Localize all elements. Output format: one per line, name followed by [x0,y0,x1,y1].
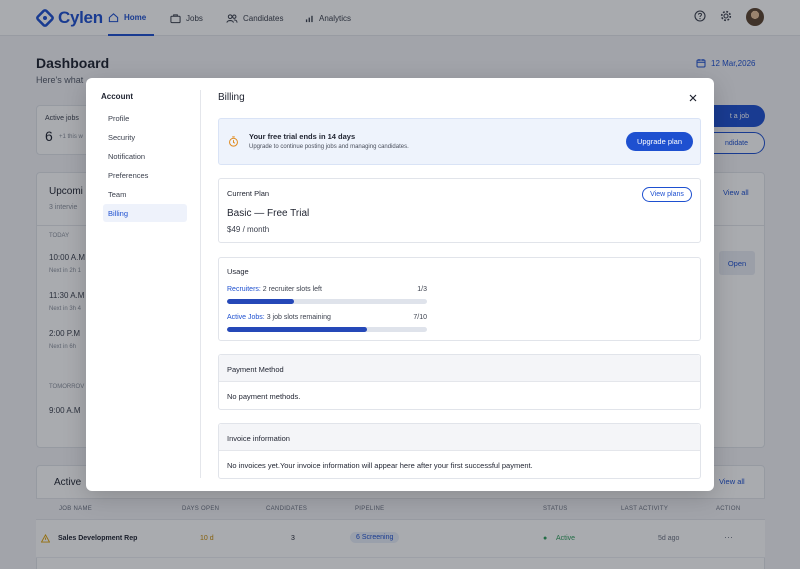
sidebar-item-billing[interactable]: Billing [103,204,187,222]
recruiters-progress-bar [227,299,427,304]
active-jobs-progress-fill [227,327,367,332]
close-icon [689,94,697,102]
usage-value: 2 recruiter slots left [262,286,322,293]
usage-count: 7/10 [413,314,427,321]
sidebar-item-preferences[interactable]: Preferences [103,166,187,184]
payment-method-header: Payment Method [219,355,700,382]
usage-recruiters: Recruiters: 2 recruiter slots left 1/3 [227,286,427,293]
invoice-empty-text: No invoices yet.Your invoice information… [227,461,533,470]
current-plan-panel: Current Plan View plans Basic — Free Tri… [218,178,701,243]
sidebar-item-security[interactable]: Security [103,128,187,146]
current-plan-label: Current Plan [227,189,270,198]
usage-key: Active Jobs: [227,314,265,321]
sidebar-title: Account [101,92,133,101]
account-settings-modal: Account Profile Security Notification Pr… [86,78,714,491]
stopwatch-icon [229,136,238,147]
usage-panel: Usage Recruiters: 2 recruiter slots left… [218,257,701,341]
active-jobs-progress-bar [227,327,427,332]
plan-price: $49 / month [227,225,270,234]
recruiters-progress-fill [227,299,294,304]
payment-method-panel: Payment Method No payment methods. [218,354,701,410]
invoice-label: Invoice information [227,434,290,443]
usage-label: Usage [227,267,249,276]
trial-description: Upgrade to continue posting jobs and man… [249,144,409,150]
trial-title: Your free trial ends in 14 days [249,132,356,141]
payment-method-label: Payment Method [227,365,284,374]
sidebar-item-profile[interactable]: Profile [103,109,187,127]
invoice-panel: Invoice information No invoices yet.Your… [218,423,701,479]
sidebar-item-notification[interactable]: Notification [103,147,187,165]
upgrade-plan-button[interactable]: Upgrade plan [626,132,693,151]
usage-active-jobs: Active Jobs: 3 job slots remaining 7/10 [227,314,427,321]
trial-banner: Your free trial ends in 14 days Upgrade … [218,118,701,165]
usage-key: Recruiters: [227,286,261,293]
invoice-header: Invoice information [219,424,700,451]
view-plans-button[interactable]: View plans [642,187,692,202]
payment-method-empty-text: No payment methods. [227,392,301,401]
modal-title: Billing [218,92,245,103]
usage-count: 1/3 [417,286,427,293]
plan-name: Basic — Free Trial [227,208,310,219]
close-button[interactable] [687,92,699,104]
usage-value: 3 job slots remaining [266,314,331,321]
sidebar-divider [200,90,201,478]
sidebar-item-team[interactable]: Team [103,185,187,203]
